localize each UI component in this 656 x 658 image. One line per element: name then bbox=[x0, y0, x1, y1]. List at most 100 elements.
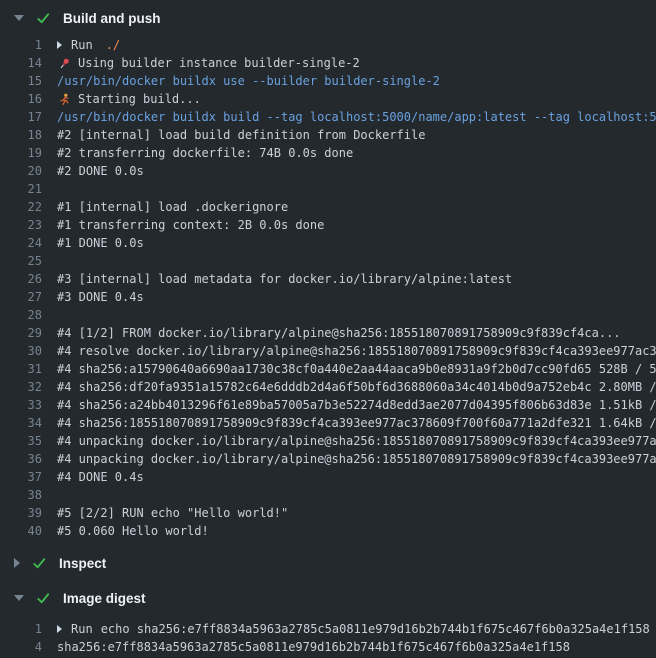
group-label: Run bbox=[71, 620, 93, 638]
log-line: 16 Starting build... bbox=[0, 90, 656, 108]
log-text: #2 [internal] load build definition from… bbox=[42, 126, 425, 144]
line-number[interactable]: 22 bbox=[0, 198, 42, 216]
log-section-build-and-push: Build and push 1 Run ./ 14 Using builder … bbox=[0, 0, 656, 540]
line-number[interactable]: 1 bbox=[0, 36, 42, 54]
log-line-group: 1 Run ./ bbox=[0, 36, 656, 54]
line-number[interactable]: 39 bbox=[0, 504, 42, 522]
line-number[interactable]: 29 bbox=[0, 324, 42, 342]
log-text: #5 [2/2] RUN echo "Hello world!" bbox=[42, 504, 288, 522]
log-text: #4 unpacking docker.io/library/alpine@sh… bbox=[42, 432, 656, 450]
line-number[interactable]: 4 bbox=[0, 638, 42, 656]
log-line: 32 #4 sha256:df20fa9351a15782c64e6dddb2d… bbox=[0, 378, 656, 396]
log-line: 39 #5 [2/2] RUN echo "Hello world!" bbox=[0, 504, 656, 522]
line-number[interactable]: 32 bbox=[0, 378, 42, 396]
group-command: echo sha256:e7ff8834a5963a2785c5a0811e97… bbox=[101, 620, 650, 638]
log-line-group: 1 Run echo sha256:e7ff8834a5963a2785c5a08… bbox=[0, 620, 656, 638]
step-header-image-digest[interactable]: Image digest bbox=[0, 580, 656, 616]
log-line: 30 #4 resolve docker.io/library/alpine@s… bbox=[0, 342, 656, 360]
log-line: 36 #4 unpacking docker.io/library/alpine… bbox=[0, 450, 656, 468]
check-icon bbox=[36, 11, 51, 26]
log-text: #2 DONE 0.0s bbox=[42, 162, 144, 180]
line-number[interactable]: 31 bbox=[0, 360, 42, 378]
group-label: Run bbox=[71, 36, 93, 54]
line-number[interactable]: 19 bbox=[0, 144, 42, 162]
line-number[interactable]: 14 bbox=[0, 54, 42, 72]
line-number[interactable]: 40 bbox=[0, 522, 42, 540]
log-text: #3 DONE 0.4s bbox=[42, 288, 144, 306]
log-line: 29 #4 [1/2] FROM docker.io/library/alpin… bbox=[0, 324, 656, 342]
line-number[interactable]: 24 bbox=[0, 234, 42, 252]
log-line-empty: 28 bbox=[0, 306, 656, 324]
log-line: 4 sha256:e7ff8834a5963a2785c5a0811e979d1… bbox=[0, 638, 656, 656]
runner-icon bbox=[57, 92, 72, 106]
log-text: /usr/bin/docker buildx build --tag local… bbox=[42, 108, 656, 126]
pushpin-icon bbox=[57, 56, 72, 70]
line-number[interactable]: 26 bbox=[0, 270, 42, 288]
line-number[interactable]: 23 bbox=[0, 216, 42, 234]
step-title: Inspect bbox=[59, 556, 106, 571]
line-number[interactable]: 30 bbox=[0, 342, 42, 360]
step-log-build-and-push: 1 Run ./ 14 Using builder instance builde… bbox=[0, 36, 656, 540]
line-number[interactable]: 33 bbox=[0, 396, 42, 414]
line-number[interactable]: 36 bbox=[0, 450, 42, 468]
log-section-inspect: Inspect bbox=[0, 548, 656, 578]
log-line: 19 #2 transferring dockerfile: 74B 0.0s … bbox=[0, 144, 656, 162]
log-text: sha256:e7ff8834a5963a2785c5a0811e979d16b… bbox=[42, 638, 570, 656]
line-number[interactable]: 25 bbox=[0, 252, 42, 270]
log-line-empty: 25 bbox=[0, 252, 656, 270]
section-spacer bbox=[0, 540, 656, 548]
expand-group-icon[interactable] bbox=[57, 41, 62, 49]
line-number[interactable]: 15 bbox=[0, 72, 42, 90]
line-number[interactable]: 17 bbox=[0, 108, 42, 126]
line-number[interactable]: 34 bbox=[0, 414, 42, 432]
log-text: #3 [internal] load metadata for docker.i… bbox=[42, 270, 512, 288]
log-text: #2 transferring dockerfile: 74B 0.0s don… bbox=[42, 144, 353, 162]
step-header-inspect[interactable]: Inspect bbox=[0, 548, 656, 578]
log-line-empty: 21 bbox=[0, 180, 656, 198]
log-text: #1 [internal] load .dockerignore bbox=[42, 198, 288, 216]
check-icon bbox=[36, 591, 51, 606]
group-command: ./ bbox=[106, 36, 120, 54]
step-header-build-and-push[interactable]: Build and push bbox=[0, 0, 656, 36]
step-title: Image digest bbox=[63, 591, 146, 606]
check-icon bbox=[32, 556, 47, 571]
log-line: 35 #4 unpacking docker.io/library/alpine… bbox=[0, 432, 656, 450]
line-number[interactable]: 27 bbox=[0, 288, 42, 306]
log-line: 20 #2 DONE 0.0s bbox=[0, 162, 656, 180]
line-number[interactable]: 18 bbox=[0, 126, 42, 144]
log-text: #5 0.060 Hello world! bbox=[42, 522, 209, 540]
line-number[interactable]: 21 bbox=[0, 180, 42, 198]
log-text: #1 DONE 0.0s bbox=[42, 234, 144, 252]
log-line: 17 /usr/bin/docker buildx build --tag lo… bbox=[0, 108, 656, 126]
log-text: #4 sha256:df20fa9351a15782c64e6dddb2d4a6… bbox=[42, 378, 656, 396]
log-line: 37 #4 DONE 0.4s bbox=[0, 468, 656, 486]
line-number[interactable]: 37 bbox=[0, 468, 42, 486]
line-number[interactable]: 28 bbox=[0, 306, 42, 324]
step-title: Build and push bbox=[63, 11, 161, 26]
log-section-image-digest: Image digest 1 Run echo sha256:e7ff8834a5… bbox=[0, 580, 656, 656]
log-text: Starting build... bbox=[78, 90, 201, 108]
step-log-image-digest: 1 Run echo sha256:e7ff8834a5963a2785c5a08… bbox=[0, 616, 656, 656]
log-line: 31 #4 sha256:a15790640a6690aa1730c38cf0a… bbox=[0, 360, 656, 378]
log-text: /usr/bin/docker buildx use --builder bui… bbox=[42, 72, 440, 90]
expand-group-icon[interactable] bbox=[57, 625, 62, 633]
log-text: #4 sha256:a24bb4013296f61e89ba57005a7b3e… bbox=[42, 396, 656, 414]
actions-log-viewer: Build and push 1 Run./ 14 Using builder … bbox=[0, 0, 656, 658]
line-number[interactable]: 1 bbox=[0, 620, 42, 638]
log-line: 24 #1 DONE 0.0s bbox=[0, 234, 656, 252]
log-line: 14 Using builder instance builder-single… bbox=[0, 54, 656, 72]
log-text: #4 sha256:a15790640a6690aa1730c38cf0a440… bbox=[42, 360, 656, 378]
line-number[interactable]: 20 bbox=[0, 162, 42, 180]
log-text: #4 [1/2] FROM docker.io/library/alpine@s… bbox=[42, 324, 621, 342]
log-text: Using builder instance builder-single-2 bbox=[78, 54, 360, 72]
line-number[interactable]: 16 bbox=[0, 90, 42, 108]
log-text: #4 resolve docker.io/library/alpine@sha2… bbox=[42, 342, 656, 360]
log-line: 33 #4 sha256:a24bb4013296f61e89ba57005a7… bbox=[0, 396, 656, 414]
log-line: 34 #4 sha256:185518070891758909c9f839cf4… bbox=[0, 414, 656, 432]
log-text: #4 DONE 0.4s bbox=[42, 468, 144, 486]
chevron-right-icon bbox=[14, 558, 20, 568]
log-line: 27 #3 DONE 0.4s bbox=[0, 288, 656, 306]
log-line-empty: 38 bbox=[0, 486, 656, 504]
line-number[interactable]: 38 bbox=[0, 486, 42, 504]
line-number[interactable]: 35 bbox=[0, 432, 42, 450]
